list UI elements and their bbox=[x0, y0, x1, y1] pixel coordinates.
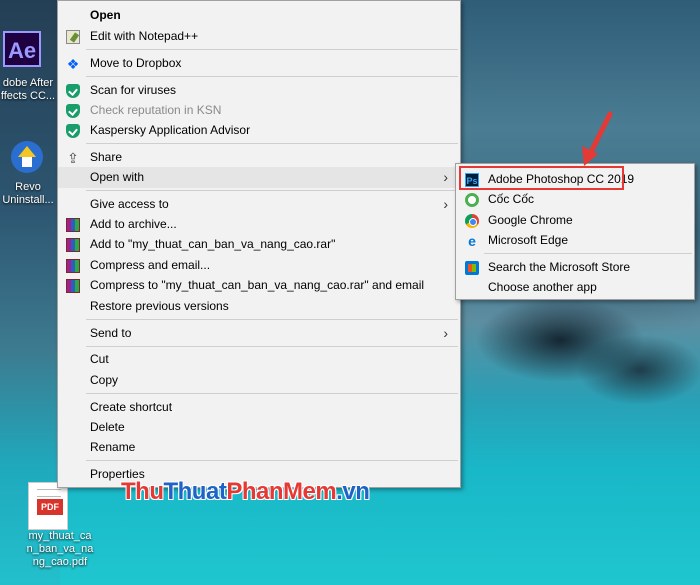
menu-item-give-access[interactable]: Give access to › bbox=[58, 194, 460, 215]
kaspersky-shield-icon bbox=[66, 124, 80, 138]
menu-item-check-reputation: Check reputation in KSN bbox=[58, 100, 460, 121]
revo-uninstaller-icon[interactable] bbox=[8, 138, 46, 176]
menu-item-kaspersky-advisor[interactable]: Kaspersky Application Advisor bbox=[58, 120, 460, 141]
desktop-icon-label: ng_cao.pdf bbox=[32, 556, 88, 568]
annotation-arrow-icon bbox=[582, 111, 613, 166]
winrar-icon bbox=[66, 259, 80, 273]
submenu-item-chrome[interactable]: Google Chrome bbox=[456, 210, 694, 231]
microsoft-store-icon bbox=[465, 261, 479, 275]
chrome-icon bbox=[465, 214, 479, 228]
desktop-icon-label: dobe After bbox=[2, 77, 54, 89]
kaspersky-shield-icon bbox=[66, 104, 80, 118]
notepad-plus-icon bbox=[66, 30, 80, 44]
menu-separator bbox=[86, 393, 458, 394]
menu-separator bbox=[86, 76, 458, 77]
pdf-badge: PDF bbox=[37, 499, 63, 515]
chevron-right-icon: › bbox=[443, 169, 448, 185]
pdf-file-icon[interactable]: PDF bbox=[28, 482, 68, 530]
desktop-icon-label: Uninstall... bbox=[2, 194, 54, 206]
after-effects-icon[interactable]: Ae bbox=[3, 31, 41, 67]
submenu-item-coccoc[interactable]: Cốc Cốc bbox=[456, 189, 694, 210]
menu-item-edit-notepad[interactable]: Edit with Notepad++ bbox=[58, 26, 460, 47]
menu-item-copy[interactable]: Copy bbox=[58, 370, 460, 391]
menu-separator bbox=[86, 49, 458, 50]
winrar-icon bbox=[66, 218, 80, 232]
desktop-icon-pdf[interactable]: my_thuat_ca n_ban_va_na ng_cao.pdf bbox=[22, 530, 98, 569]
desktop-icon-label: my_thuat_ca bbox=[28, 530, 92, 542]
menu-item-restore-versions[interactable]: Restore previous versions bbox=[58, 296, 460, 317]
chevron-right-icon: › bbox=[443, 325, 448, 341]
menu-separator bbox=[86, 143, 458, 144]
menu-separator bbox=[86, 346, 458, 347]
menu-item-send-to[interactable]: Send to › bbox=[58, 323, 460, 344]
chevron-right-icon: › bbox=[443, 196, 448, 212]
menu-item-add-to-rar[interactable]: Add to "my_thuat_can_ban_va_nang_cao.rar… bbox=[58, 234, 460, 255]
menu-item-compress-rar-email[interactable]: Compress to "my_thuat_can_ban_va_nang_ca… bbox=[58, 275, 460, 296]
menu-item-share[interactable]: ⇪ Share bbox=[58, 147, 460, 168]
menu-item-open-with[interactable]: Open with › bbox=[58, 167, 460, 188]
edge-icon: e bbox=[468, 233, 476, 249]
menu-separator bbox=[86, 460, 458, 461]
winrar-icon bbox=[66, 238, 80, 252]
dropbox-icon: ❖ bbox=[66, 56, 80, 72]
menu-separator bbox=[86, 190, 458, 191]
menu-item-compress-email[interactable]: Compress and email... bbox=[58, 255, 460, 276]
menu-item-rename[interactable]: Rename bbox=[58, 437, 460, 458]
menu-separator bbox=[86, 319, 458, 320]
context-menu: Open Edit with Notepad++ ❖ Move to Dropb… bbox=[57, 0, 461, 488]
menu-item-scan-viruses[interactable]: Scan for viruses bbox=[58, 80, 460, 101]
desktop-icon-label: ffects CC... bbox=[0, 90, 56, 102]
desktop-icon-label: Revo bbox=[15, 181, 41, 193]
menu-item-cut[interactable]: Cut bbox=[58, 349, 460, 370]
submenu-item-choose-app[interactable]: Choose another app bbox=[456, 277, 694, 298]
pdf-lines-icon bbox=[37, 489, 61, 497]
share-icon: ⇪ bbox=[67, 150, 79, 166]
winrar-icon bbox=[66, 279, 80, 293]
menu-separator bbox=[484, 253, 692, 254]
submenu-item-edge[interactable]: e Microsoft Edge bbox=[456, 230, 694, 251]
desktop-icon-revo[interactable]: Revo Uninstall... bbox=[0, 181, 56, 207]
menu-item-create-shortcut[interactable]: Create shortcut bbox=[58, 397, 460, 418]
desktop-icon-after-effects[interactable]: dobe After ffects CC... bbox=[0, 77, 56, 103]
menu-item-open[interactable]: Open bbox=[58, 5, 460, 26]
menu-item-add-archive[interactable]: Add to archive... bbox=[58, 214, 460, 235]
desktop-icon-label: n_ban_va_na bbox=[26, 543, 94, 555]
coccoc-icon bbox=[465, 193, 479, 207]
submenu-item-ms-store[interactable]: Search the Microsoft Store bbox=[456, 257, 694, 278]
menu-item-move-dropbox[interactable]: ❖ Move to Dropbox bbox=[58, 53, 460, 74]
menu-item-delete[interactable]: Delete bbox=[58, 417, 460, 438]
watermark: ThuThuatPhanMem.vn bbox=[121, 478, 370, 505]
kaspersky-shield-icon bbox=[66, 84, 80, 98]
